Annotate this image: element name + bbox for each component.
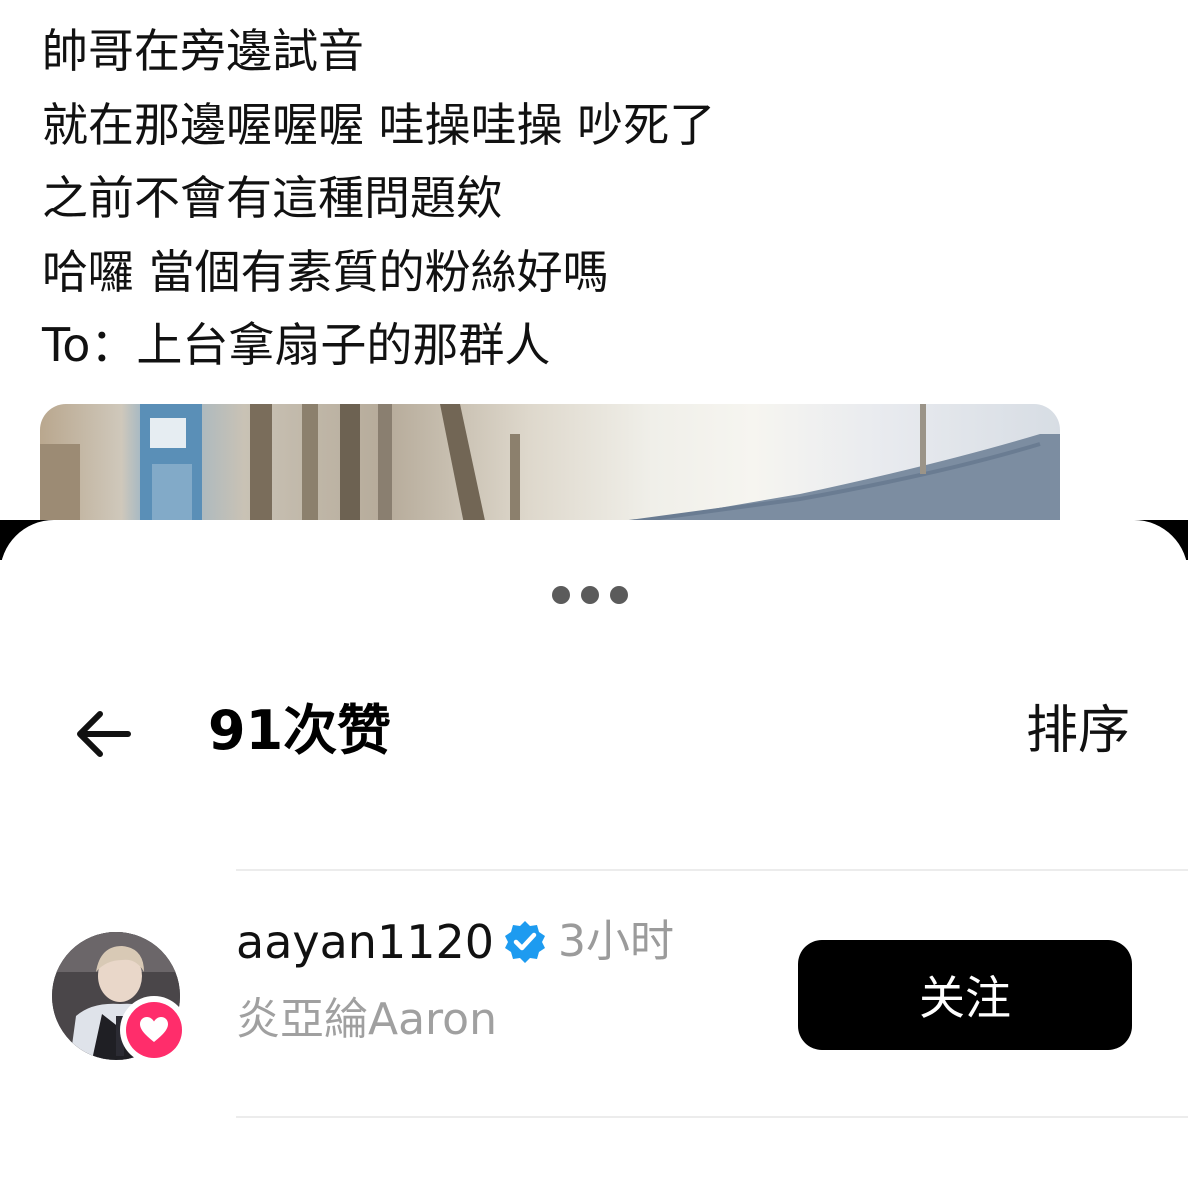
- likes-count-title: 91次赞: [208, 699, 392, 762]
- likes-bottom-sheet: 91次赞 排序 aayan1120 3小时 炎亞綸Aaron 关注: [0, 520, 1188, 1180]
- divider: [236, 1116, 1188, 1118]
- back-button[interactable]: [72, 706, 136, 762]
- divider: [236, 869, 1188, 871]
- user-full-name: 炎亞綸Aaron: [236, 994, 497, 1045]
- caption-line: 帥哥在旁邊試音: [42, 24, 364, 78]
- user-info-line[interactable]: aayan1120 3小时: [236, 912, 674, 972]
- arrow-left-icon: [77, 711, 131, 757]
- like-badge: [120, 996, 188, 1064]
- caption-line: 就在那邊喔喔喔 哇操哇操 吵死了: [42, 97, 716, 152]
- heart-icon: [140, 1017, 168, 1042]
- caption-line: To：上台拿扇子的那群人: [42, 318, 551, 372]
- verified-badge-icon: [505, 921, 546, 963]
- sort-button[interactable]: 排序: [1026, 696, 1130, 766]
- username[interactable]: aayan1120: [236, 912, 494, 972]
- user-avatar[interactable]: [52, 932, 192, 1072]
- follow-button[interactable]: 关注: [798, 940, 1132, 1050]
- more-dots-icon[interactable]: [552, 586, 642, 606]
- like-time: 3小时: [558, 916, 675, 967]
- caption-line: 之前不會有這種問題欸: [42, 171, 502, 225]
- post-caption: 帥哥在旁邊試音 就在那邊喔喔喔 哇操哇操 吵死了 之前不會有這種問題欸 哈囉 當…: [42, 22, 1142, 390]
- caption-line: 哈囉 當個有素質的粉絲好嗎: [42, 244, 609, 299]
